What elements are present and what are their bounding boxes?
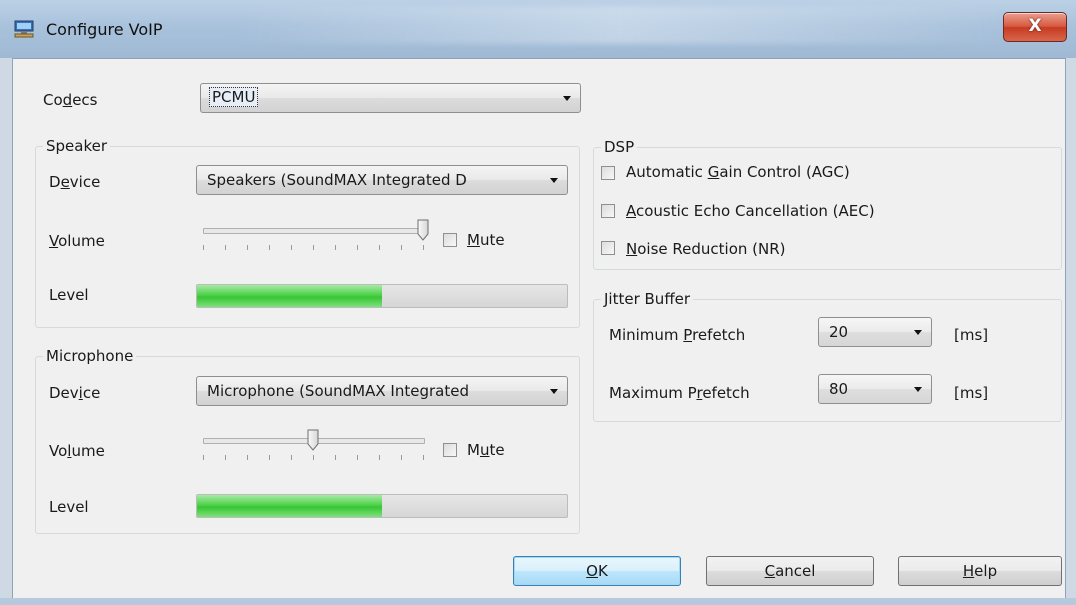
help-button[interactable]: Help [898, 556, 1062, 586]
slider-ticks [203, 455, 424, 461]
dsp-group-title: DSP [601, 138, 638, 156]
microphone-volume-label: Volume [49, 442, 105, 460]
slider-ticks [203, 245, 424, 251]
close-button[interactable]: X [1003, 12, 1067, 42]
chevron-down-icon [550, 178, 558, 183]
speaker-device-select[interactable]: Speakers (SoundMAX Integrated D [196, 165, 568, 195]
chevron-down-icon [563, 96, 571, 101]
microphone-device-select[interactable]: Microphone (SoundMAX Integrated [196, 376, 568, 406]
speaker-level-meter [196, 284, 568, 308]
titlebar-glass [230, 6, 1010, 44]
chevron-down-icon [914, 330, 922, 335]
microphone-volume-slider[interactable] [203, 429, 428, 463]
speaker-mute-checkbox[interactable] [443, 233, 457, 247]
slider-thumb[interactable] [307, 429, 319, 451]
title-bar: Configure VoIP X [0, 0, 1076, 58]
aec-checkbox[interactable] [601, 204, 615, 218]
slider-track [203, 228, 425, 234]
microphone-device-value: Microphone (SoundMAX Integrated [207, 382, 469, 400]
max-prefetch-unit: [ms] [954, 384, 989, 402]
speaker-device-label: Device [49, 173, 101, 191]
min-prefetch-value: 20 [829, 323, 849, 341]
nr-checkbox[interactable] [601, 241, 615, 255]
chevron-down-icon [550, 389, 558, 394]
microphone-mute-label: Mute [467, 441, 505, 459]
codecs-value: PCMU [209, 87, 259, 107]
agc-label: Automatic Gain Control (AGC) [626, 163, 850, 181]
speaker-device-value: Speakers (SoundMAX Integrated D [207, 171, 467, 189]
min-prefetch-label: Minimum Prefetch [609, 326, 746, 344]
microphone-group-title: Microphone [43, 347, 137, 365]
microphone-device-label: Device [49, 384, 101, 402]
speaker-volume-label: Volume [49, 232, 105, 250]
ok-button[interactable]: OK [513, 556, 681, 586]
jitter-buffer-group-title: Jitter Buffer [601, 290, 694, 308]
max-prefetch-value: 80 [829, 380, 849, 398]
min-prefetch-unit: [ms] [954, 326, 989, 344]
chevron-down-icon [914, 387, 922, 392]
cancel-button[interactable]: Cancel [706, 556, 874, 586]
microphone-level-meter [196, 494, 568, 518]
speaker-level-label: Level [49, 286, 89, 304]
level-fill [197, 495, 382, 517]
speaker-volume-slider[interactable] [203, 219, 429, 253]
slider-thumb[interactable] [417, 219, 429, 241]
microphone-level-label: Level [49, 498, 89, 516]
speaker-mute-label: Mute [467, 231, 505, 249]
window-title: Configure VoIP [46, 20, 163, 39]
nr-label: Noise Reduction (NR) [626, 240, 786, 258]
speaker-group-title: Speaker [43, 137, 111, 155]
dialog-client: Codecs PCMU Speaker Device Speakers (Sou… [12, 58, 1066, 600]
close-icon: X [1028, 16, 1042, 36]
codecs-label: Codecs [43, 91, 98, 109]
window-frame-bottom [0, 598, 1076, 605]
min-prefetch-select[interactable]: 20 [818, 317, 932, 347]
codecs-select[interactable]: PCMU [200, 83, 581, 113]
aec-label: Acoustic Echo Cancellation (AEC) [626, 202, 875, 220]
agc-checkbox[interactable] [601, 166, 615, 180]
max-prefetch-label: Maximum Prefetch [609, 384, 750, 402]
level-fill [197, 285, 382, 307]
microphone-mute-checkbox[interactable] [443, 443, 457, 457]
max-prefetch-select[interactable]: 80 [818, 374, 932, 404]
network-computer-icon [14, 20, 34, 38]
